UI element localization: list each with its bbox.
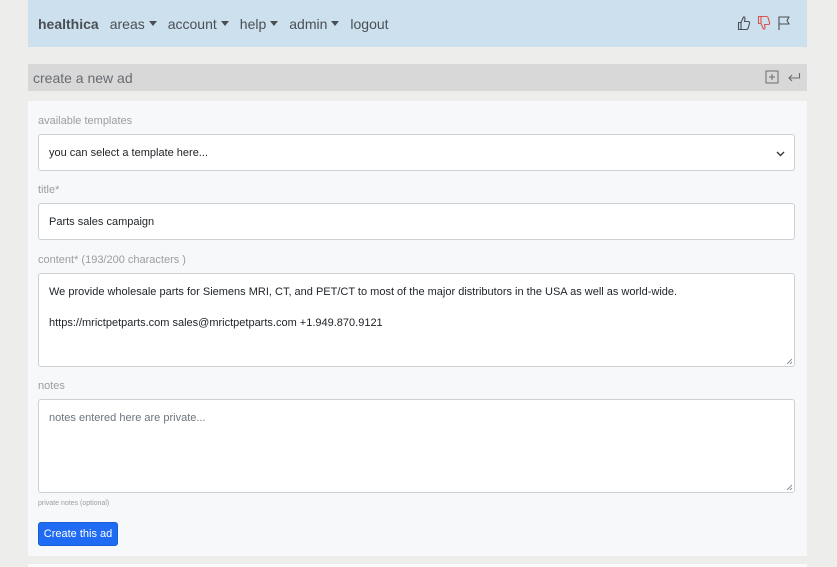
templates-label: available templates [38,115,133,127]
top-navbar: healthica areas account help admin logou… [28,0,807,47]
create-ad-button[interactable]: Create this ad [38,522,118,546]
nav-help-label: help [239,15,267,32]
nav-help[interactable]: help [239,15,279,32]
nav-logout-label: logout [350,15,389,32]
card-header-icon-group [765,70,801,84]
template-select[interactable]: you can select a template here... [38,134,795,171]
caret-down-icon [270,21,279,26]
nav-areas-label: areas [109,15,145,32]
nav-account-label: account [167,15,217,32]
nav-account[interactable]: account [168,16,229,32]
content-textarea[interactable]: We provide wholesale parts for Siemens M… [38,273,795,367]
notes-label: notes [38,380,65,392]
nav-areas[interactable]: areas [110,16,157,32]
return-arrow-icon[interactable] [787,70,801,84]
card-header: create a new ad [28,64,807,91]
notes-placeholder: notes entered here are private... [49,412,206,424]
resize-grip-icon[interactable] [785,357,793,365]
caret-down-icon [331,21,340,26]
chevron-down-icon [776,151,785,157]
notes-help-text: private notes (optional) [38,500,110,507]
plus-square-icon[interactable] [765,70,779,84]
flag-icon[interactable] [777,15,791,31]
page-title: create a new ad [33,70,133,86]
title-label: title* [38,184,60,196]
content-line-1: We provide wholesale parts for Siemens M… [49,286,678,298]
content-line-2: https://mrictpetparts.com sales@mrictpet… [49,317,383,329]
resize-grip-icon[interactable] [785,483,793,491]
nav-logout[interactable]: logout [350,16,388,32]
nav-admin[interactable]: admin [289,15,340,32]
title-input-value: Parts sales campaign [49,216,155,228]
title-input[interactable]: Parts sales campaign [38,203,795,240]
notes-textarea[interactable]: notes entered here are private... [38,399,795,493]
navbar-icon-group [737,15,791,31]
content-label: content* (193/200 characters ) [38,254,186,266]
nav-admin-label: admin [289,15,328,32]
caret-down-icon [148,21,157,26]
caret-down-icon [220,21,229,26]
brand-logo[interactable]: healthica [38,16,99,32]
thumbs-up-icon[interactable] [737,15,751,31]
template-select-value: you can select a template here... [49,147,208,159]
ad-form: available templates you can select a tem… [28,101,807,556]
thumbs-down-icon[interactable] [757,15,771,31]
